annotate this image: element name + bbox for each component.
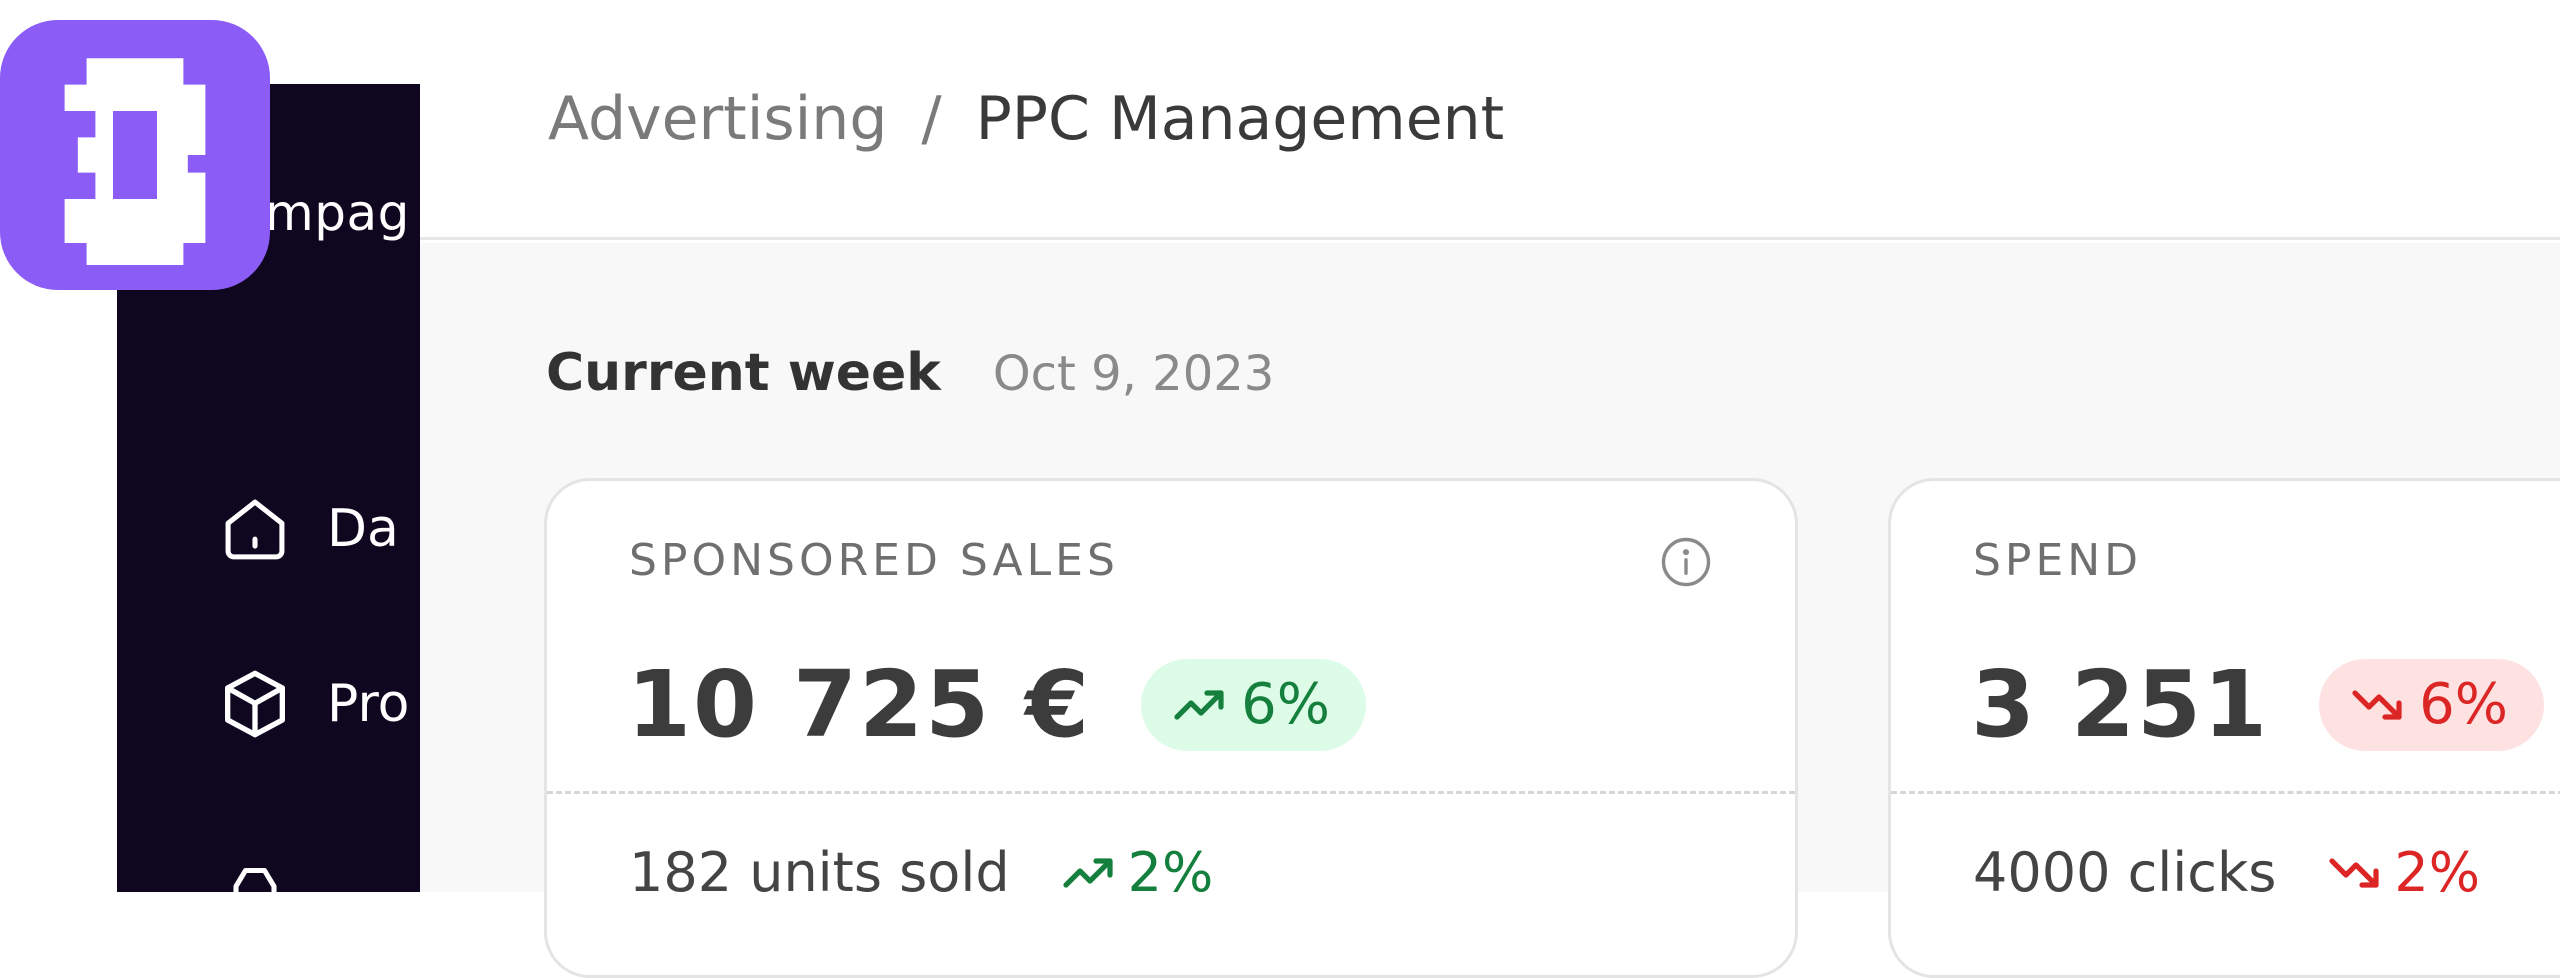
home-icon: [215, 489, 295, 569]
trend-badge-text: 6%: [2419, 672, 2508, 737]
breadcrumb-parent-link[interactable]: Advertising: [548, 84, 887, 154]
box-icon: [215, 664, 295, 744]
top-bar: Advertising / PPC Management: [420, 0, 2560, 240]
kpi-card-label: SPONSORED SALES: [629, 535, 1119, 586]
period-date: Oct 9, 2023: [992, 346, 1275, 402]
brand-logo-icon: [64, 58, 206, 265]
kpi-value: 10 725 €: [627, 651, 1092, 758]
partial-icon: [215, 859, 295, 892]
sidebar-item-label: Da: [327, 499, 399, 559]
sidebar-item-dashboard[interactable]: Da: [215, 484, 399, 574]
kpi-sub-row: 182 units sold 2%: [629, 841, 1213, 904]
breadcrumb-current: PPC Management: [975, 84, 1505, 154]
sub-trend: 2%: [2328, 841, 2480, 904]
info-icon[interactable]: [1659, 535, 1713, 589]
kpi-card-sponsored-sales: SPONSORED SALES 10 725 € 6% 182 units so…: [544, 478, 1798, 978]
main-area: Advertising / PPC Management Current wee…: [420, 0, 2560, 978]
sub-trend: 2%: [1062, 841, 1214, 904]
dashboard-content: Current week Oct 9, 2023 SPONSORED SALES…: [420, 243, 2560, 978]
kpi-sub-text: 4000 clicks: [1973, 841, 2277, 904]
trend-badge: 6%: [1141, 658, 1366, 751]
sub-trend-text: 2%: [1127, 841, 1214, 904]
kpi-metric-row: 3 251 6%: [1971, 651, 2544, 758]
trend-badge-text: 6%: [1241, 672, 1330, 737]
period-header: Current week Oct 9, 2023: [546, 343, 1274, 403]
card-divider: [547, 791, 1795, 794]
kpi-card-label: SPEND: [1973, 535, 2143, 586]
kpi-sub-row: 4000 clicks 2%: [1973, 841, 2480, 904]
trending-up-icon: [1174, 689, 1224, 720]
breadcrumb-separator: /: [921, 84, 942, 154]
sub-trend-text: 2%: [2394, 841, 2481, 904]
trending-down-icon: [2329, 857, 2379, 888]
trend-badge: 6%: [2319, 658, 2544, 751]
card-divider: [1891, 791, 2560, 794]
period-title: Current week: [546, 343, 941, 403]
kpi-card-spend: SPEND 3 251 6% 4000 clicks 2%: [1888, 478, 2560, 978]
trending-down-icon: [2352, 689, 2402, 720]
sidebar-item-products[interactable]: Pro: [215, 659, 410, 749]
kpi-value: 3 251: [1971, 651, 2270, 758]
breadcrumb: Advertising / PPC Management: [548, 84, 1504, 154]
kpi-metric-row: 10 725 € 6%: [627, 651, 1366, 758]
brand-logo[interactable]: [0, 20, 270, 290]
sidebar-item-label: Pro: [327, 674, 410, 734]
sidebar-brand-name: mpag: [265, 184, 410, 242]
sidebar-item-partial[interactable]: [215, 854, 295, 892]
trending-up-icon: [1063, 857, 1113, 888]
kpi-sub-text: 182 units sold: [629, 841, 1010, 904]
